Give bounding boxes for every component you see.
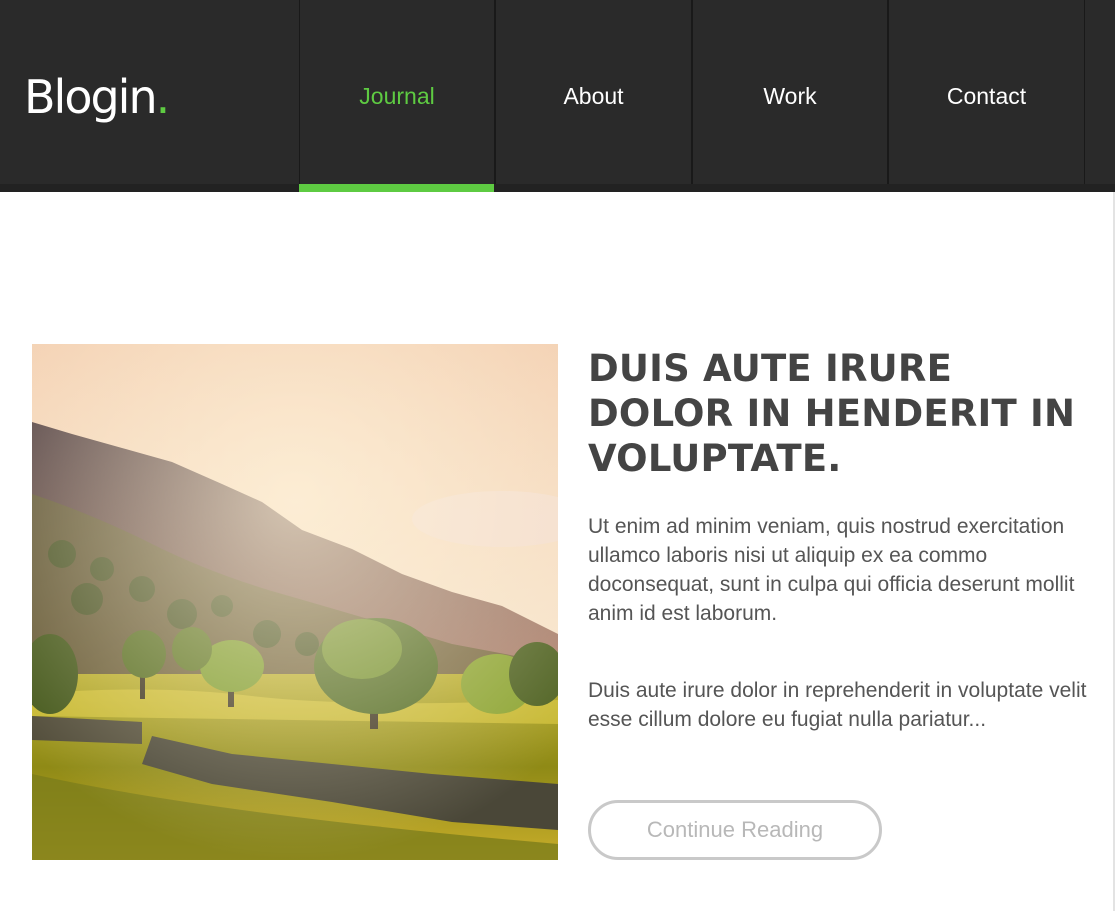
nav-item-journal[interactable]: Journal: [299, 0, 495, 184]
post-excerpt-paragraph-2: Duis aute irure dolor in reprehenderit i…: [588, 679, 1087, 731]
nav-label-contact: Contact: [946, 82, 1027, 109]
nav-item-contact[interactable]: Contact: [888, 0, 1085, 184]
nav-active-indicator: [299, 184, 494, 192]
logo-dot: .: [155, 70, 171, 124]
landscape-photo: [32, 344, 558, 860]
post-featured-image[interactable]: [32, 344, 558, 860]
nav-label-work: Work: [763, 82, 817, 109]
post-title[interactable]: DUIS AUTE IRURE DOLOR IN HENDERIT IN VOL…: [588, 346, 1108, 481]
nav-label-journal: Journal: [359, 82, 435, 109]
logo-text: Blogin: [24, 70, 158, 124]
nav-label-about: About: [563, 82, 624, 109]
site-logo[interactable]: Blogin.: [24, 66, 171, 128]
continue-reading-button[interactable]: Continue Reading: [588, 800, 882, 860]
site-header: Blogin. Journal About Work Contact: [0, 0, 1115, 192]
nav-item-about[interactable]: About: [495, 0, 692, 184]
nav-item-work[interactable]: Work: [692, 0, 888, 184]
post-excerpt-paragraph-1: Ut enim ad minim veniam, quis nostrud ex…: [588, 515, 1075, 625]
